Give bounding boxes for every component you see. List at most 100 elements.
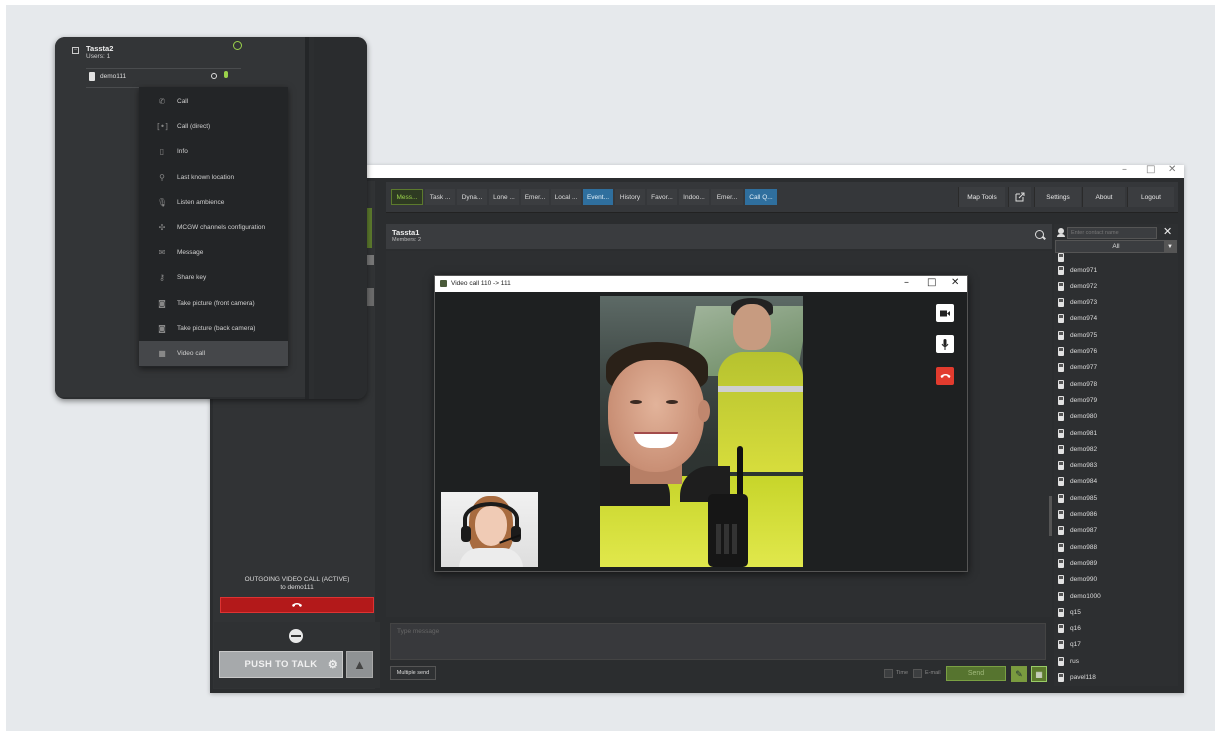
context-menu-label: Video call bbox=[177, 350, 206, 357]
list-item[interactable]: demo983 bbox=[1058, 459, 1170, 473]
toggle-camera-button[interactable] bbox=[936, 304, 954, 322]
video-maximize-button[interactable]: □ bbox=[927, 277, 936, 288]
officer-eye bbox=[630, 400, 642, 404]
device-icon bbox=[1058, 252, 1064, 262]
tab-0[interactable]: Mess... bbox=[391, 189, 423, 205]
officer-eye bbox=[666, 400, 678, 404]
about-button[interactable]: About bbox=[1082, 187, 1125, 207]
context-menu-item[interactable]: ◙ Take picture (back camera) bbox=[139, 316, 288, 341]
device-icon bbox=[1058, 640, 1064, 650]
list-item[interactable]: demo984 bbox=[1058, 475, 1170, 489]
context-menu-item[interactable]: ▯ Info bbox=[139, 139, 288, 164]
tab-7[interactable]: History bbox=[615, 189, 645, 205]
list-item[interactable]: demo972 bbox=[1058, 279, 1170, 293]
list-item[interactable]: q15 bbox=[1058, 605, 1170, 619]
tab-10[interactable]: Emer... bbox=[711, 189, 743, 205]
tab-4[interactable]: Emer... bbox=[521, 189, 549, 205]
contact-name: demo978 bbox=[1070, 380, 1098, 388]
chat-scrollbar[interactable] bbox=[1049, 496, 1052, 536]
template-icon: ▦ bbox=[1035, 669, 1043, 679]
context-menu-item[interactable]: ■ Video call bbox=[139, 341, 288, 366]
list-item[interactable]: demo985 bbox=[1058, 491, 1170, 505]
context-menu-item[interactable]: ✆ Call bbox=[139, 89, 288, 114]
device-icon bbox=[1058, 298, 1064, 308]
list-item[interactable]: demo975 bbox=[1058, 328, 1170, 342]
multiple-send-button[interactable]: Multiple send bbox=[390, 666, 436, 680]
contact-name: q17 bbox=[1070, 641, 1081, 649]
radio-keypad bbox=[716, 524, 740, 554]
logout-button[interactable]: Logout bbox=[1127, 187, 1174, 207]
list-item[interactable]: q16 bbox=[1058, 622, 1170, 636]
list-item[interactable]: demo989 bbox=[1058, 556, 1170, 570]
search-icon[interactable] bbox=[1035, 230, 1044, 239]
list-item[interactable] bbox=[1058, 252, 1170, 262]
list-item[interactable]: demo987 bbox=[1058, 524, 1170, 538]
context-menu-item[interactable]: ⚲ Last known location bbox=[139, 165, 288, 190]
contact-search-input[interactable]: Enter contact name bbox=[1067, 227, 1157, 239]
list-item[interactable]: demo978 bbox=[1058, 377, 1170, 391]
contact-name: demo984 bbox=[1070, 478, 1098, 486]
video-close-button[interactable]: ✕ bbox=[951, 277, 959, 288]
time-label: Time bbox=[896, 670, 909, 676]
context-menu-label: Take picture (front camera) bbox=[177, 299, 255, 307]
list-item[interactable]: demo986 bbox=[1058, 508, 1170, 522]
list-item[interactable]: q17 bbox=[1058, 638, 1170, 652]
end-call-button[interactable] bbox=[220, 597, 374, 613]
video-minimize-button[interactable]: – bbox=[904, 277, 909, 288]
warning-icon: ▲ bbox=[353, 657, 366, 672]
list-item[interactable]: demo974 bbox=[1058, 312, 1170, 326]
tab-5[interactable]: Local ... bbox=[551, 189, 581, 205]
bg-officer-face bbox=[733, 304, 771, 350]
close-button[interactable]: ✕ bbox=[1168, 164, 1176, 175]
tab-8[interactable]: Favor... bbox=[647, 189, 677, 205]
push-to-talk-button[interactable]: PUSH TO TALK ⚙ bbox=[219, 651, 343, 678]
panel-divider[interactable] bbox=[305, 37, 309, 399]
context-menu-item[interactable]: [•] Call (direct) bbox=[139, 114, 288, 139]
context-menu-item[interactable]: 🎙 Listen ambience bbox=[139, 190, 288, 215]
contact-filter-select[interactable]: All ▼ bbox=[1055, 240, 1177, 253]
list-item[interactable]: demo990 bbox=[1058, 573, 1170, 587]
email-checkbox[interactable] bbox=[913, 669, 922, 678]
list-item[interactable]: demo971 bbox=[1058, 263, 1170, 277]
context-menu-item[interactable]: ⚷ Share key bbox=[139, 265, 288, 290]
list-item[interactable]: demo982 bbox=[1058, 442, 1170, 456]
time-checkbox[interactable] bbox=[884, 669, 893, 678]
external-link-button[interactable] bbox=[1008, 187, 1031, 207]
settings-button[interactable]: Settings bbox=[1034, 187, 1081, 207]
tab-2[interactable]: Dyna... bbox=[457, 189, 487, 205]
list-item[interactable]: pavel118 bbox=[1058, 671, 1170, 685]
microphone-icon: 🎙 bbox=[157, 197, 168, 207]
map-tools-button[interactable]: Map Tools bbox=[958, 187, 1005, 207]
list-item[interactable]: demo988 bbox=[1058, 540, 1170, 554]
context-menu-item[interactable]: ✣ MCGW channels configuration bbox=[139, 215, 288, 240]
clear-search-icon[interactable]: ✕ bbox=[1163, 226, 1172, 238]
hangup-button[interactable] bbox=[936, 367, 954, 385]
message-input[interactable]: Type message bbox=[390, 623, 1046, 660]
list-item[interactable]: demo973 bbox=[1058, 296, 1170, 310]
send-button[interactable]: Send bbox=[946, 666, 1006, 681]
list-item[interactable]: demo979 bbox=[1058, 393, 1170, 407]
tab-1[interactable]: Task ... bbox=[425, 189, 455, 205]
context-menu-item[interactable]: ◙ Take picture (front camera) bbox=[139, 291, 288, 316]
device-icon bbox=[1058, 395, 1064, 405]
group-status-icon[interactable] bbox=[233, 41, 242, 50]
list-item[interactable]: demo980 bbox=[1058, 410, 1170, 424]
template-button[interactable]: ▦ bbox=[1031, 666, 1047, 682]
toggle-microphone-button[interactable] bbox=[936, 335, 954, 353]
context-menu-item[interactable]: ✉ Message bbox=[139, 240, 288, 265]
list-item[interactable]: demo981 bbox=[1058, 426, 1170, 440]
maximize-button[interactable]: □ bbox=[1146, 164, 1155, 175]
list-item[interactable]: demo977 bbox=[1058, 361, 1170, 375]
minimize-button[interactable]: – bbox=[1122, 164, 1127, 175]
list-item[interactable]: demo1000 bbox=[1058, 589, 1170, 603]
collapse-group-icon[interactable]: − bbox=[72, 47, 79, 54]
tab-9[interactable]: Indoo... bbox=[679, 189, 709, 205]
list-item[interactable]: rus bbox=[1058, 654, 1170, 668]
gear-icon[interactable]: ⚙ bbox=[328, 658, 338, 671]
tab-11[interactable]: Call Q... bbox=[745, 189, 777, 205]
attach-button[interactable]: ✎ bbox=[1011, 666, 1027, 682]
emergency-button[interactable]: ▲ bbox=[346, 651, 373, 678]
tab-6[interactable]: Event... bbox=[583, 189, 613, 205]
list-item[interactable]: demo976 bbox=[1058, 345, 1170, 359]
tab-3[interactable]: Lone ... bbox=[489, 189, 519, 205]
